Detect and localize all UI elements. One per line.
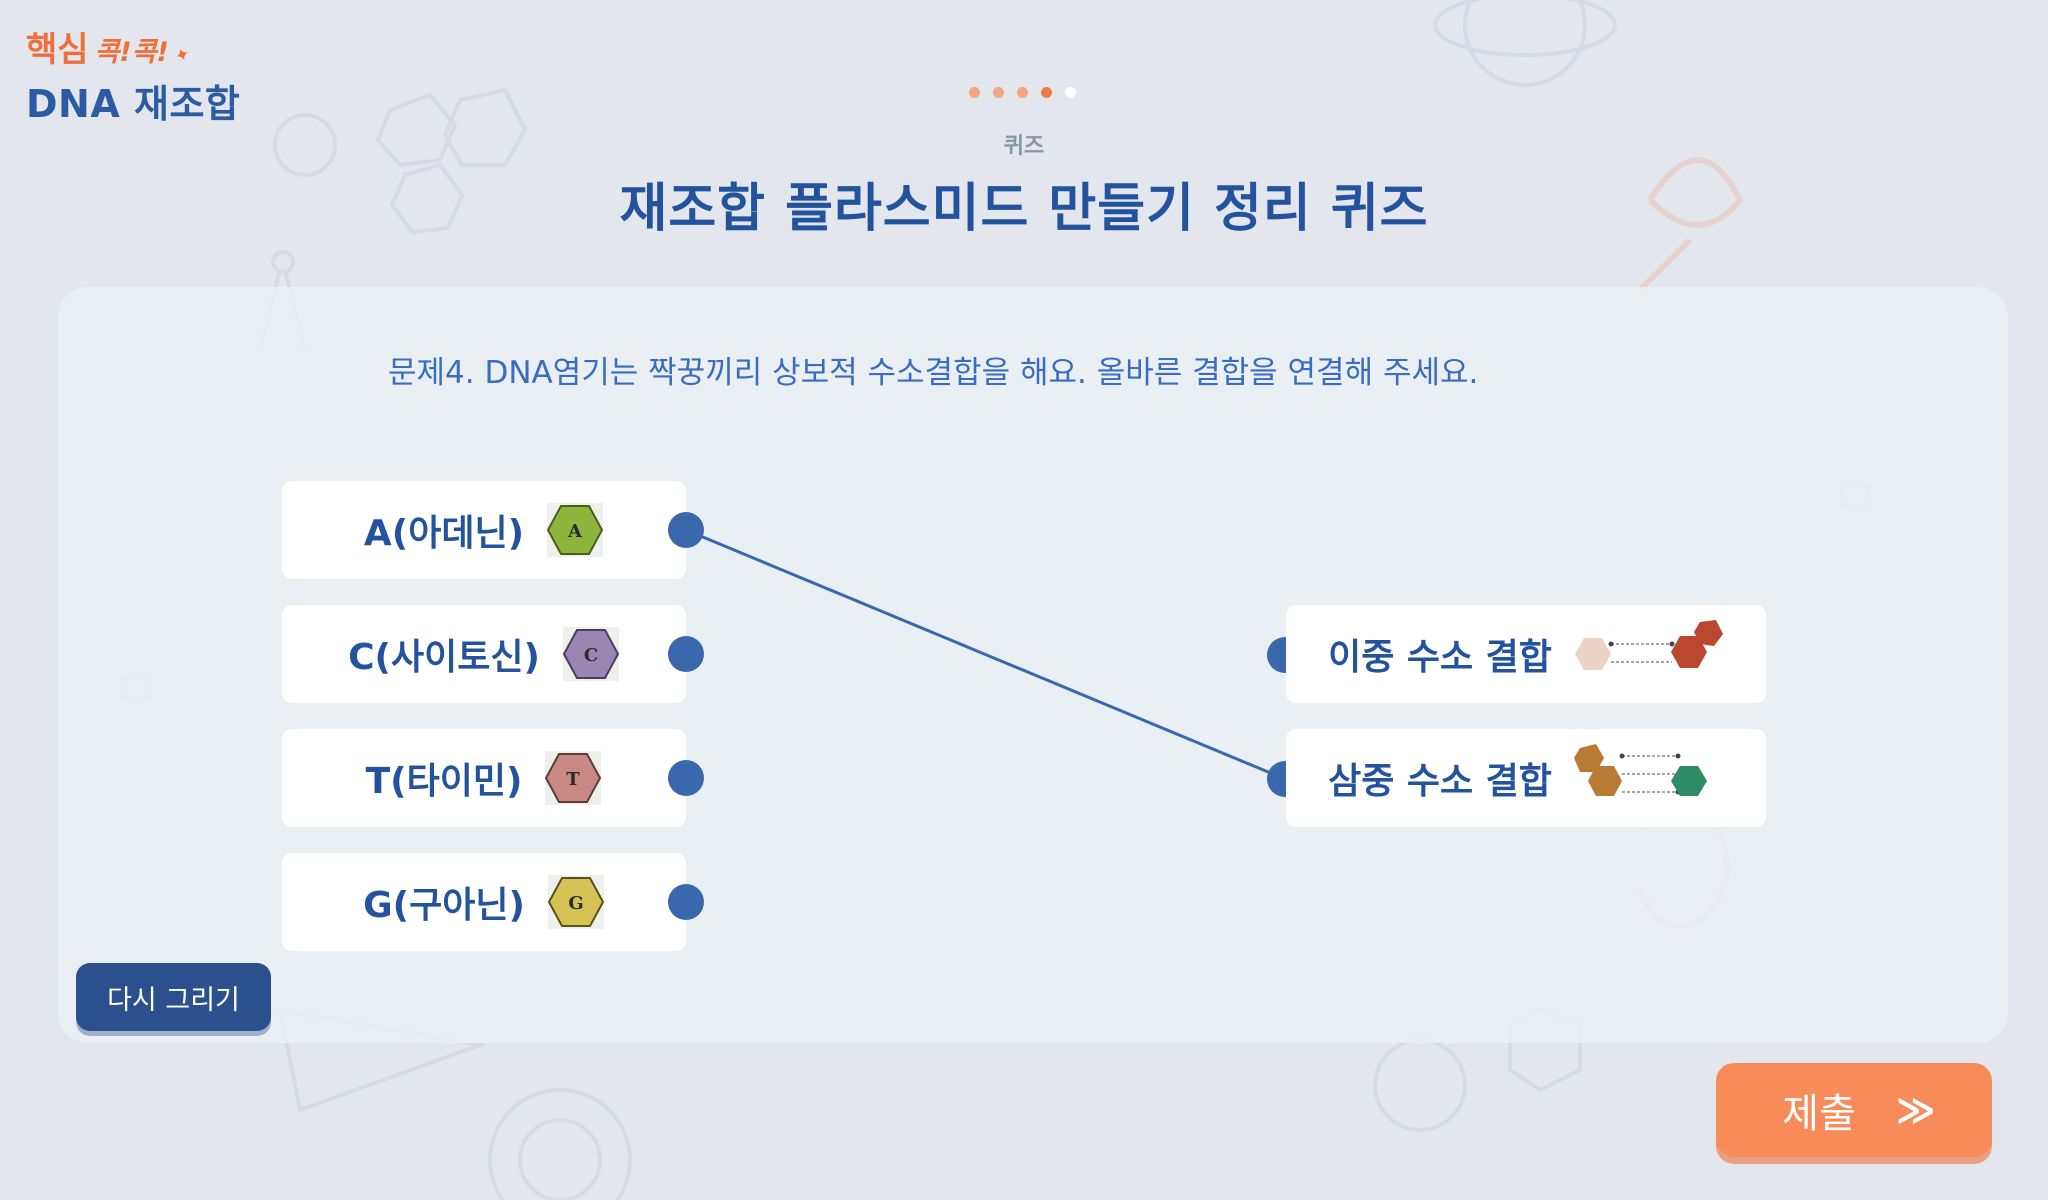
redraw-button[interactable]: 다시 그리기 [76,963,271,1031]
left-item-adenine[interactable]: A(아데닌) A [282,481,686,579]
left-item-guanine[interactable]: G(구아닌) G [282,853,686,951]
submit-button[interactable]: 제출 ≫ [1716,1063,1992,1157]
brand-sub-text: 콕!콕! [94,37,169,68]
left-handle-adenine[interactable] [668,512,704,548]
progress-dot [1017,87,1028,98]
progress-dot [993,87,1004,98]
left-item-label: T(타이민) [365,761,523,802]
brand-main-text: 핵심 [26,30,89,70]
progress-dot [1065,87,1076,98]
question-text: 문제4. DNA염기는 짝꿍끼리 상보적 수소결합을 해요. 올바른 결합을 연… [388,355,1479,391]
right-item-double-bond[interactable]: 이중 수소 결합 [1286,605,1766,703]
double-chevron-right-icon: ≫ [1895,1088,1936,1132]
left-item-label: G(구아닌) [363,885,525,926]
double-hydrogen-bond-icon [1574,618,1724,691]
svg-text:C: C [584,645,598,666]
left-item-label: A(아데닌) [363,513,525,554]
right-item-label: 이중 수소 결합 [1328,637,1552,678]
right-item-triple-bond[interactable]: 삼중 수소 결합 [1286,729,1766,827]
left-handle-thymine[interactable] [668,760,704,796]
sparkle-icon: ✦ [171,43,194,68]
section-label: 퀴즈 [1003,134,1045,159]
submit-button-label: 제출 [1782,1091,1856,1137]
svg-text:T: T [567,769,581,790]
cytosine-hexagon-icon: C [562,626,620,682]
right-item-label: 삼중 수소 결합 [1328,761,1552,802]
left-item-cytosine[interactable]: C(사이토신) C [282,605,686,703]
redraw-button-label: 다시 그리기 [107,984,240,1016]
progress-dot [969,87,980,98]
left-item-label: C(사이토신) [348,637,540,678]
progress-dot [1041,87,1052,98]
adenine-hexagon-icon: A [546,502,604,558]
page-title: 재조합 플라스미드 만들기 정리 퀴즈 [619,179,1429,239]
brand-logo: 핵심 콕!콕! ✦ DNA 재조합 [26,22,240,128]
left-item-thymine[interactable]: T(타이민) T [282,729,686,827]
guanine-hexagon-icon: G [547,874,605,930]
left-handle-guanine[interactable] [668,884,704,920]
progress-dots [969,87,1076,98]
left-handle-cytosine[interactable] [668,636,704,672]
brand-title: DNA 재조합 [26,82,241,126]
svg-text:A: A [567,521,583,542]
svg-text:G: G [568,893,583,914]
thymine-hexagon-icon: T [544,750,602,806]
triple-hydrogen-bond-icon [1573,742,1724,815]
